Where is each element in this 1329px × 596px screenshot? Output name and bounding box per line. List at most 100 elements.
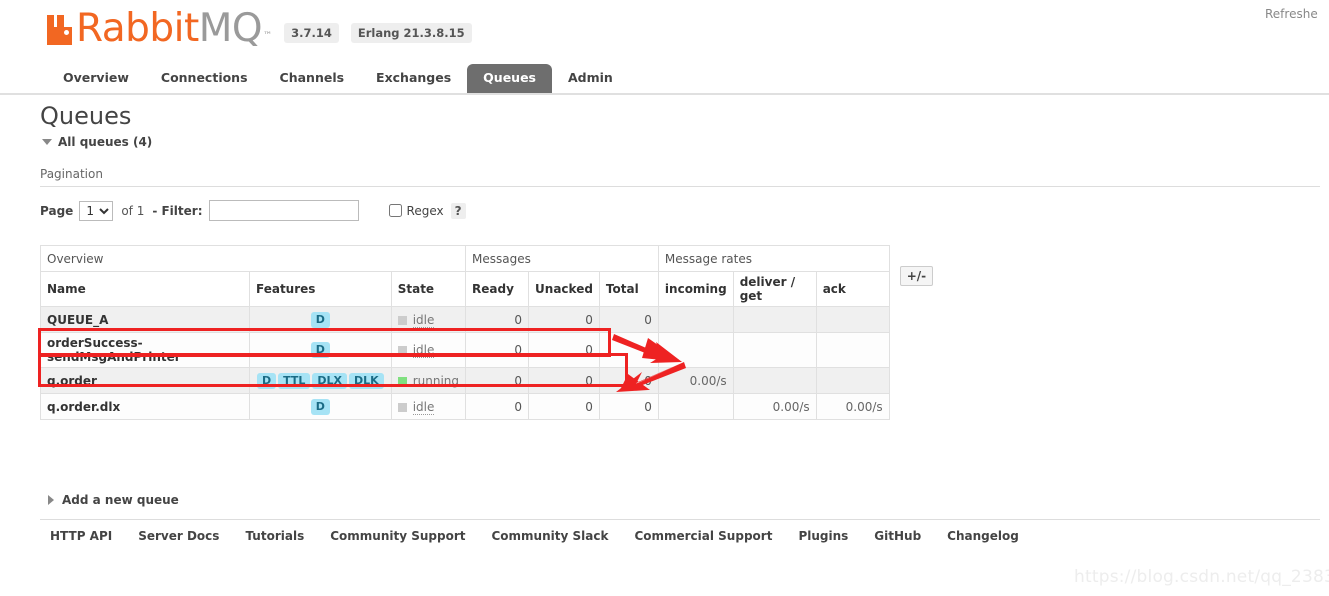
queue-state-cell: idle	[390, 393, 467, 420]
footer-link[interactable]: GitHub	[874, 529, 921, 543]
queue-incoming-rate-cell	[657, 306, 734, 333]
queue-features-cell: D	[249, 332, 392, 368]
regex-label: Regex	[406, 203, 444, 218]
queue-deliver-get-rate-cell: 0.00/s	[732, 393, 817, 420]
state-indicator-icon	[397, 346, 407, 355]
group-header-messages: Messages	[465, 245, 659, 272]
column-header-state[interactable]: State	[390, 271, 467, 307]
queue-ready-cell: 0	[465, 367, 530, 394]
column-header-ack[interactable]: ack	[815, 271, 890, 307]
queue-unacked-cell: 0	[528, 332, 600, 368]
column-header-unacked[interactable]: Unacked	[528, 271, 600, 307]
column-header-total[interactable]: Total	[598, 271, 659, 307]
queues-table-container: Overview Messages Message rates +/- Name…	[39, 245, 940, 420]
queue-deliver-get-rate-cell	[732, 306, 817, 333]
row-spacer-cell	[889, 394, 939, 420]
pagination-section-label: Pagination	[40, 167, 1320, 187]
footer-link[interactable]: Server Docs	[138, 529, 219, 543]
queue-total-cell: 0	[598, 332, 659, 368]
queue-features-cell: D TTL DLX DLK	[249, 367, 392, 394]
main-navigation: Overview Connections Channels Exchanges …	[0, 63, 1329, 95]
filter-input[interactable]	[208, 200, 359, 221]
page-label: Page	[40, 203, 74, 218]
queue-deliver-get-rate-cell	[732, 332, 817, 368]
queue-ack-rate-cell	[815, 367, 890, 394]
pagination-section: Pagination Page 1 of 1 - Filter: Regex ?	[40, 167, 1320, 221]
queue-features-cell: D	[249, 393, 392, 420]
rabbit-logo-icon	[47, 15, 74, 45]
column-header-features[interactable]: Features	[249, 271, 392, 307]
watermark-text: https://blog.csdn.net/qq_23830637	[1074, 567, 1329, 587]
logo-trademark: ™	[263, 31, 273, 41]
tab-channels[interactable]: Channels	[264, 64, 361, 93]
queue-total-cell: 0	[598, 367, 659, 394]
queue-name-cell[interactable]: QUEUE_A	[40, 306, 250, 333]
tab-overview[interactable]: Overview	[47, 64, 145, 93]
state-indicator-icon	[397, 402, 407, 412]
queue-deliver-get-rate-cell	[732, 367, 817, 394]
tab-admin[interactable]: Admin	[552, 64, 629, 93]
footer-links: HTTP API Server Docs Tutorials Community Su…	[50, 529, 1320, 543]
queue-name-cell[interactable]: orderSuccess-sendMsgAndPrinter	[40, 332, 250, 368]
logo-text-rabbit: Rabbit	[76, 6, 199, 51]
footer-link[interactable]: Community Slack	[491, 529, 608, 543]
table-row[interactable]: q.order D TTL DLX DLK running 0 0 0 0.00/s	[40, 367, 940, 394]
state-indicator-icon	[397, 376, 407, 386]
refresh-status-label: Refreshe	[1265, 7, 1318, 21]
column-header-name[interactable]: Name	[40, 271, 250, 307]
state-indicator-icon	[397, 315, 407, 325]
queue-incoming-rate-cell: 0.00/s	[657, 367, 734, 394]
queues-table: Overview Messages Message rates +/- Name…	[39, 245, 940, 420]
state-label: idle	[412, 343, 435, 358]
table-row[interactable]: QUEUE_A Didle 0 0 0	[40, 306, 940, 333]
chevron-right-icon	[48, 495, 54, 505]
page-footer: HTTP API Server Docs Tutorials Community Su…	[40, 519, 1320, 543]
state-label: idle	[412, 312, 435, 328]
queue-ack-rate-cell	[815, 332, 890, 368]
footer-link[interactable]: Tutorials	[245, 529, 304, 543]
table-row[interactable]: q.order.dlx Didle 0 0 0 0.00/s 0.00/s	[40, 393, 940, 420]
tab-queues[interactable]: Queues	[467, 64, 552, 93]
column-header-incoming[interactable]: incoming	[657, 271, 734, 307]
logo-text-mq: MQ	[198, 6, 263, 51]
add-new-queue-toggle[interactable]: Add a new queue	[48, 493, 179, 507]
table-group-header-row: Overview Messages Message rates +/-	[39, 245, 940, 286]
row-spacer-cell	[889, 368, 939, 394]
queue-name-cell[interactable]: q.order.dlx	[40, 393, 250, 420]
page-title: Queues	[40, 102, 132, 130]
tab-connections[interactable]: Connections	[145, 64, 264, 93]
queue-ready-cell: 0	[465, 393, 530, 420]
row-spacer-cell	[889, 333, 939, 368]
feature-badge: D	[310, 311, 330, 328]
feature-badge: DLX	[312, 372, 348, 389]
page-select[interactable]: 1	[79, 200, 114, 221]
state-label: idle	[412, 399, 435, 415]
queue-incoming-rate-cell	[657, 332, 734, 368]
footer-link[interactable]: Community Support	[330, 529, 465, 543]
pagination-controls: Page 1 of 1 - Filter: Regex ?	[40, 200, 1320, 221]
version-badge: 3.7.14	[284, 23, 339, 43]
group-header-message-rates: Message rates	[657, 245, 890, 272]
column-header-ready[interactable]: Ready	[465, 271, 530, 307]
queue-state-cell: running	[390, 367, 467, 394]
add-new-queue-label: Add a new queue	[62, 493, 179, 507]
regex-checkbox[interactable]	[388, 204, 402, 217]
footer-link[interactable]: Changelog	[947, 529, 1019, 543]
footer-link[interactable]: HTTP API	[50, 529, 112, 543]
queue-name-cell[interactable]: q.order	[40, 367, 250, 394]
regex-help-icon[interactable]: ?	[450, 202, 466, 219]
column-header-deliver-get[interactable]: deliver / get	[732, 271, 817, 307]
footer-link[interactable]: Plugins	[798, 529, 848, 543]
all-queues-label: All queues (4)	[58, 135, 153, 149]
feature-badge: DLK	[349, 372, 384, 389]
rabbitmq-logo[interactable]: Rabbit MQ ™ 3.7.14 Erlang 21.3.8.15	[47, 9, 472, 49]
tab-exchanges[interactable]: Exchanges	[360, 64, 467, 93]
all-queues-toggle[interactable]: All queues (4)	[42, 135, 152, 149]
row-spacer-cell	[889, 307, 939, 333]
columns-toggle-button[interactable]: +/-	[899, 266, 934, 286]
state-label: running	[412, 373, 460, 388]
queue-ready-cell: 0	[465, 332, 530, 368]
filter-label: - Filter:	[152, 203, 203, 218]
table-row[interactable]: orderSuccess-sendMsgAndPrinter Didle 0 0 0	[40, 332, 940, 368]
footer-link[interactable]: Commercial Support	[634, 529, 772, 543]
